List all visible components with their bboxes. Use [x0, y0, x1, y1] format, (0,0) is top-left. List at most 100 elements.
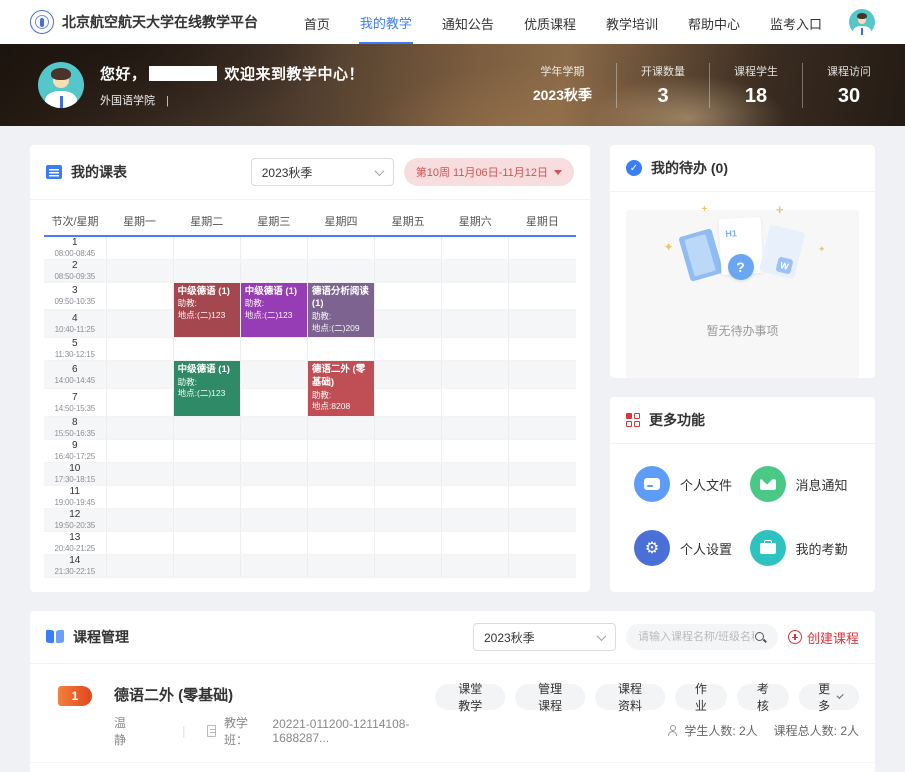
- timetable-cell: [509, 531, 576, 554]
- timetable-cell: [106, 282, 173, 310]
- course-block[interactable]: 中级德语 (1)助教:地点:(二)123: [173, 282, 240, 338]
- course-block[interactable]: 中级德语 (1)助教:地点:(二)123: [173, 361, 240, 417]
- timetable-cell: [106, 310, 173, 338]
- stat-value: 2023秋季: [533, 85, 592, 105]
- stat-label: 学年学期: [533, 63, 592, 79]
- day-column-header: 星期四: [307, 206, 374, 236]
- action-button-管理课程[interactable]: 管理课程: [515, 684, 585, 710]
- period-time: 08:00-08:45: [44, 249, 106, 259]
- course-block-content: 中级德语 (1)助教:地点:(二)123: [174, 361, 240, 403]
- period-time: 11:30-12:15: [44, 350, 106, 360]
- timetable-cell: [240, 259, 307, 282]
- timetable-cell: [240, 338, 307, 361]
- courses-term-select[interactable]: 2023秋季: [473, 623, 616, 651]
- course-search-input[interactable]: [638, 631, 754, 643]
- quick-action-drive[interactable]: 个人文件: [634, 466, 750, 502]
- period-time: 14:50-15:35: [44, 404, 106, 414]
- profile-avatar: [38, 62, 84, 108]
- timetable-cell: [509, 554, 576, 577]
- period-number: 11: [44, 486, 106, 498]
- course-actions-area: 课堂教学管理课程课程资料作业考核更多学生人数: 2人课程总人数: 2人: [435, 684, 859, 739]
- timetable: 节次/星期星期一星期二星期三星期四星期五星期六星期日 108:00-08:452…: [44, 206, 576, 578]
- timetable-cell: [307, 338, 374, 361]
- timetable-cell: [307, 259, 374, 282]
- week-selector[interactable]: 第10周 11月06日-11月12日: [404, 158, 574, 186]
- course-title[interactable]: 德语二外 (零基础): [114, 684, 435, 705]
- nav-item[interactable]: 监考入口: [769, 2, 823, 43]
- period-time: 21:30-22:15: [44, 567, 106, 577]
- nav-item[interactable]: 通知公告: [441, 2, 495, 43]
- timetable-cell: [375, 554, 442, 577]
- mail-glyph: [760, 479, 776, 490]
- period-number: 3: [44, 285, 106, 297]
- nav-item[interactable]: 帮助中心: [687, 2, 741, 43]
- action-button-课程资料[interactable]: 课程资料: [595, 684, 665, 710]
- action-button-作业[interactable]: 作业: [675, 684, 727, 710]
- action-button-考核[interactable]: 考核: [737, 684, 789, 710]
- search-icon[interactable]: [754, 631, 767, 644]
- course-index-badge: 1: [58, 686, 92, 706]
- chevron-down-icon: [374, 166, 384, 176]
- quick-action-case[interactable]: 我的考勤: [750, 530, 866, 566]
- period-time: 14:00-14:45: [44, 376, 106, 386]
- banner-stat: 学年学期 2023秋季: [509, 63, 616, 108]
- create-course-button[interactable]: 创建课程: [788, 628, 859, 647]
- period-time: 19:00-19:45: [44, 498, 106, 508]
- period-cell: 1421:30-22:15: [44, 554, 106, 577]
- user-avatar[interactable]: [849, 9, 875, 35]
- course-block-title: 中级德语 (1): [178, 364, 236, 377]
- quick-action-gear[interactable]: ⚙个人设置: [634, 530, 750, 566]
- timetable-cell: [307, 462, 374, 485]
- period-time: 09:50-10:35: [44, 297, 106, 307]
- period-cell: 208:50-09:35: [44, 259, 106, 282]
- timetable-cell: [106, 508, 173, 531]
- quick-actions-grid: 个人文件消息通知⚙个人设置我的考勤: [610, 444, 875, 592]
- timetable-cell: [307, 554, 374, 577]
- course-block-location: 地点:(二)123: [178, 310, 236, 321]
- nav-item[interactable]: 优质课程: [523, 2, 577, 43]
- nav-item[interactable]: 我的教学: [359, 1, 413, 44]
- period-number: 6: [44, 364, 106, 376]
- timetable-cell: [240, 439, 307, 462]
- mail-icon: [750, 466, 786, 502]
- banner-stat: 课程学生18: [709, 63, 802, 108]
- brand[interactable]: 北京航空航天大学在线教学平台: [30, 10, 258, 34]
- redacted-username: [149, 66, 217, 81]
- timetable-cell: [307, 508, 374, 531]
- quick-action-label: 个人设置: [680, 539, 732, 558]
- period-number: 8: [44, 417, 106, 429]
- timetable-cell: [375, 416, 442, 439]
- todo-title: 我的待办 (0): [651, 158, 728, 178]
- course-block[interactable]: 德语分析阅读 (1)助教:地点:(二)209: [307, 282, 374, 338]
- period-cell: 815:50-16:35: [44, 416, 106, 439]
- schedule-term-select[interactable]: 2023秋季: [251, 158, 394, 186]
- timetable-cell: [375, 236, 442, 259]
- chevron-down-icon: [597, 631, 607, 641]
- course-block[interactable]: 德语二外 (零基础)助教:地点:8208: [307, 361, 374, 417]
- nav-item[interactable]: 教学培训: [605, 2, 659, 43]
- quick-action-mail[interactable]: 消息通知: [750, 466, 866, 502]
- timetable-cell: [106, 439, 173, 462]
- timetable-cell: [509, 338, 576, 361]
- timetable-cell: [173, 236, 240, 259]
- timetable-cell: [173, 259, 240, 282]
- department-name: 外国语学院: [100, 95, 155, 107]
- timetable-cell: [106, 554, 173, 577]
- sparkle-icon: +: [776, 202, 784, 217]
- stat-label: 开课数量: [641, 63, 685, 79]
- timetable-cell: [509, 508, 576, 531]
- quick-action-label: 个人文件: [680, 475, 732, 494]
- question-mark-icon: ?: [728, 254, 754, 280]
- day-column-header: 星期一: [106, 206, 173, 236]
- course-block[interactable]: 中级德语 (1)助教:地点:(二)123: [240, 282, 307, 338]
- timetable-cell: [173, 338, 240, 361]
- timetable-cell: [106, 338, 173, 361]
- period-number: 13: [44, 532, 106, 544]
- nav-item[interactable]: 首页: [303, 2, 331, 43]
- action-button-更多[interactable]: 更多: [799, 684, 859, 710]
- greeting-prefix: 您好，: [100, 63, 147, 84]
- week-label: 第10周 11月06日-11月12日: [416, 164, 548, 180]
- action-button-课堂教学[interactable]: 课堂教学: [435, 684, 505, 710]
- period-number: 9: [44, 440, 106, 452]
- department-line: 外国语学院 |: [100, 92, 364, 108]
